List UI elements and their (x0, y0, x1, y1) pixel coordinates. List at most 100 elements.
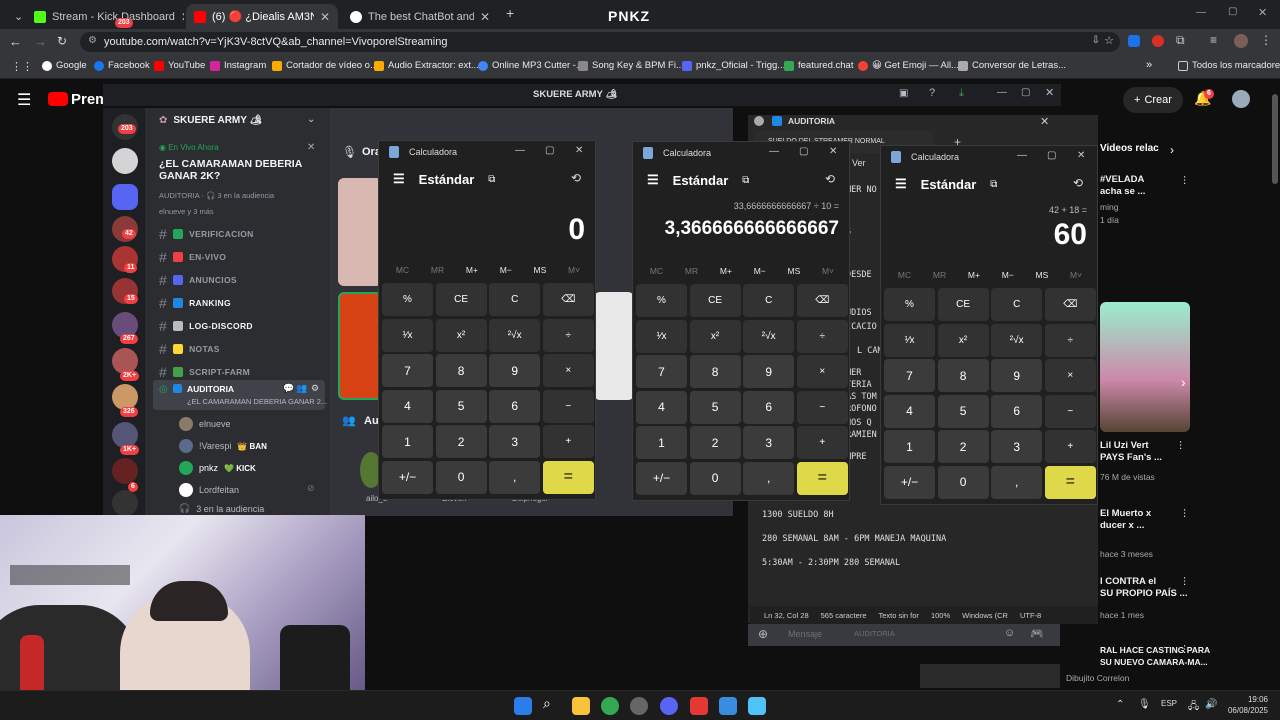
extension-icon[interactable] (1152, 35, 1164, 47)
key-percent-button[interactable]: % (636, 284, 687, 317)
obs-icon[interactable] (630, 697, 648, 715)
key-eight-button[interactable]: 8 (435, 354, 487, 388)
channel-verificacion[interactable]: # VERIFICACION (159, 226, 254, 242)
video-title[interactable]: RAL HACE CASTING PARA SU NUEVO CAMARA-MA… (1100, 644, 1210, 668)
close-icon[interactable]: ✕ (307, 142, 315, 153)
key-negate-button[interactable]: +/− (636, 461, 687, 495)
channel-script-farm[interactable]: # SCRIPT-FARM (159, 364, 250, 380)
member-item[interactable]: Lordfeitan (179, 483, 239, 497)
server-icon[interactable] (112, 184, 138, 210)
key-five-button[interactable]: 5 (435, 389, 487, 423)
memory-memory-list-button[interactable]: M˅ (568, 265, 580, 275)
bookmark-item[interactable]: YouTube (154, 60, 205, 71)
bookmark-star-icon[interactable]: ☆ (1104, 34, 1114, 47)
memory-mc-button[interactable]: MC (650, 266, 663, 276)
key-clear-button[interactable]: C (489, 283, 541, 316)
close-icon[interactable]: ✕ (1045, 86, 1054, 99)
key-equals-button[interactable]: = (1044, 465, 1096, 499)
site-info-icon[interactable]: ⚙ (88, 35, 97, 46)
memory-mc-button[interactable]: MC (898, 270, 911, 280)
key-eight-button[interactable]: 8 (937, 359, 989, 393)
memory-memory-list-button[interactable]: M˅ (822, 266, 834, 276)
key-percent-button[interactable]: % (382, 283, 433, 316)
chevron-up-icon[interactable]: ⌃ (1116, 699, 1124, 710)
key-multiply-button[interactable]: × (542, 354, 594, 388)
key-four-button[interactable]: 4 (884, 394, 935, 428)
key-one-button[interactable]: 1 (884, 430, 935, 464)
bookmark-item[interactable]: Online MP3 Cutter -... (478, 60, 584, 71)
key-square-button[interactable]: x² (435, 318, 487, 352)
key-ce-button[interactable]: CE (937, 288, 989, 321)
chevron-right-icon[interactable]: › (1181, 374, 1186, 390)
key-eight-button[interactable]: 8 (689, 355, 741, 389)
file-explorer-icon[interactable] (572, 697, 590, 715)
key-plus-button[interactable]: + (542, 425, 594, 459)
video-thumbnail-strip[interactable] (920, 664, 1060, 688)
gear-icon[interactable]: ⚙ (311, 383, 319, 394)
key-divide-button[interactable]: ÷ (1044, 323, 1096, 357)
stage-title[interactable]: ¿EL CAMARAMAN DEBERIA GANAR 2K? (159, 158, 319, 182)
key-percent-button[interactable]: % (884, 288, 935, 321)
key-backspace-button[interactable]: ⌫ (1044, 288, 1096, 321)
close-icon[interactable]: ✕ (575, 145, 583, 156)
member-item[interactable]: elnueve (179, 417, 231, 431)
memory-m-minus-button[interactable]: M− (500, 265, 512, 275)
key-seven-button[interactable]: 7 (382, 354, 433, 388)
key-nine-button[interactable]: 9 (743, 355, 795, 389)
install-icon[interactable]: ⇩ (1092, 35, 1100, 46)
volume-icon[interactable]: 🔊 (1205, 699, 1217, 710)
maximize-icon[interactable]: ▢ (545, 145, 554, 156)
server-name[interactable]: ✿ SKUERE ARMY 🏕 (159, 115, 262, 126)
memory-mr-button[interactable]: MR (431, 265, 444, 275)
key-divide-button[interactable]: ÷ (796, 319, 848, 353)
key-decimal-button[interactable]: , (743, 461, 795, 495)
channel-ranking[interactable]: # RANKING (159, 295, 231, 311)
create-button[interactable]: + Crear (1123, 87, 1183, 113)
key-six-button[interactable]: 6 (489, 389, 541, 423)
active-channel[interactable]: ◎ AUDITORIA ¿EL CAMARAMAN DEBERIA GANAR … (153, 380, 327, 410)
key-plus-button[interactable]: + (796, 426, 848, 460)
close-icon[interactable]: ✕ (1040, 115, 1049, 128)
bookmark-item[interactable]: Audio Extractor: ext... (374, 60, 479, 71)
memory-m-plus-button[interactable]: M+ (968, 270, 980, 280)
bookmark-item[interactable]: Instagram (210, 60, 266, 71)
maximize-icon[interactable]: ▢ (1021, 87, 1030, 98)
more-icon[interactable]: ⋮ (1180, 644, 1190, 655)
video-thumbnail[interactable] (1100, 302, 1190, 432)
reload-icon[interactable]: ↻ (57, 34, 67, 48)
reading-list-icon[interactable]: ≡ (1210, 33, 1217, 47)
key-seven-button[interactable]: 7 (884, 359, 935, 393)
key-minus-button[interactable]: − (542, 389, 594, 423)
emoji-icon[interactable]: ☺ (1004, 627, 1015, 639)
close-icon[interactable]: ✕ (480, 10, 490, 24)
maximize-icon[interactable]: ▢ (1047, 150, 1056, 161)
bookmark-item[interactable]: Song Key & BPM Fi... (578, 60, 684, 71)
menu-dots-icon[interactable]: ⋮ (1260, 33, 1272, 47)
channel-en-vivo[interactable]: # EN-VIVO (159, 249, 226, 265)
bookmark-item[interactable]: Conversor de Letras... (958, 60, 1066, 71)
close-icon[interactable]: ✕ (320, 10, 330, 24)
add-attachment-icon[interactable]: ⊕ (758, 627, 768, 641)
bookmark-item[interactable]: Google (42, 60, 87, 71)
history-icon[interactable]: ⟲ (1073, 176, 1083, 190)
keep-on-top-icon[interactable]: ⧉ (990, 179, 997, 190)
maximize-icon[interactable]: ▢ (1228, 6, 1237, 17)
key-two-button[interactable]: 2 (435, 425, 487, 459)
hamburger-icon[interactable]: ☰ (393, 171, 405, 187)
gamepad-icon[interactable]: 🎮 (1030, 627, 1044, 640)
key-two-button[interactable]: 2 (689, 426, 741, 460)
download-icon[interactable]: ⤓ (959, 87, 964, 100)
message-input[interactable]: Mensaje (788, 629, 822, 639)
more-icon[interactable]: ⋮ (1180, 175, 1190, 186)
extension-icon[interactable] (1128, 35, 1140, 47)
key-backspace-button[interactable]: ⌫ (796, 284, 848, 317)
key-six-button[interactable]: 6 (991, 394, 1043, 428)
chevron-down-icon[interactable]: ⌄ (307, 114, 315, 125)
hamburger-icon[interactable]: ☰ (895, 176, 907, 192)
key-two-button[interactable]: 2 (937, 430, 989, 464)
back-icon[interactable]: ← (9, 34, 22, 49)
key-three-button[interactable]: 3 (743, 426, 795, 460)
more-icon[interactable]: ⋮ (1180, 508, 1190, 519)
key-decimal-button[interactable]: , (489, 460, 541, 494)
close-icon[interactable]: ✕ (829, 146, 837, 157)
